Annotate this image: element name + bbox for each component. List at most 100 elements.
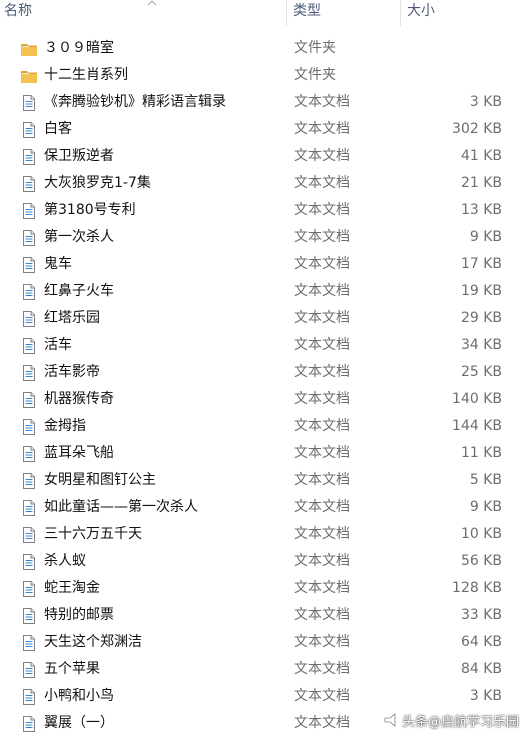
file-type: 文本文档: [294, 472, 350, 488]
text-document-icon: [23, 689, 35, 705]
column-header-size[interactable]: 大小: [407, 0, 435, 26]
file-name[interactable]: 第3180号专利: [44, 197, 136, 224]
file-size: 41 KB: [460, 148, 502, 164]
file-type: 文本文档: [294, 202, 350, 218]
file-row[interactable]: 蛇王淘金 文本文档 128 KB: [0, 575, 520, 602]
file-name[interactable]: 活车影帝: [44, 359, 100, 386]
file-type: 文本文档: [294, 364, 350, 380]
file-size: 128 KB: [452, 580, 502, 596]
megaphone-icon: [384, 713, 396, 727]
file-size: 64 KB: [460, 634, 502, 650]
file-row[interactable]: 天生这个郑渊洁 文本文档 64 KB: [0, 629, 520, 656]
file-row[interactable]: 保卫叛逆者 文本文档 41 KB: [0, 143, 520, 170]
file-type: 文本文档: [294, 526, 350, 542]
file-size: 144 KB: [452, 418, 502, 434]
text-document-icon: [23, 581, 35, 597]
column-divider[interactable]: [400, 0, 401, 26]
file-name[interactable]: 五个苹果: [44, 656, 100, 683]
file-type: 文本文档: [294, 634, 350, 650]
file-name[interactable]: 小鸭和小鸟: [44, 683, 114, 710]
text-document-icon: [23, 365, 35, 381]
file-size: 9 KB: [469, 229, 502, 245]
file-row[interactable]: 活车 文本文档 34 KB: [0, 332, 520, 359]
column-header-bar: 名称 类型 大小: [0, 0, 520, 26]
text-document-icon: [23, 635, 35, 651]
file-name[interactable]: 《奔腾验钞机》精彩语言辑录: [44, 89, 226, 116]
file-name[interactable]: 机器猴传奇: [44, 386, 114, 413]
folder-icon: [21, 44, 37, 56]
file-name[interactable]: 活车: [44, 332, 72, 359]
file-name[interactable]: 三十六万五千天: [44, 521, 142, 548]
file-type: 文本文档: [294, 391, 350, 407]
file-type: 文本文档: [294, 418, 350, 434]
file-row[interactable]: 《奔腾验钞机》精彩语言辑录 文本文档 3 KB: [0, 89, 520, 116]
file-name[interactable]: 翼展（一）: [44, 710, 114, 737]
file-row[interactable]: 白客 文本文档 302 KB: [0, 116, 520, 143]
file-name[interactable]: 十二生肖系列: [44, 62, 128, 89]
file-type: 文本文档: [294, 688, 350, 704]
text-document-icon: [23, 608, 35, 624]
file-row[interactable]: 第3180号专利 文本文档 13 KB: [0, 197, 520, 224]
file-row[interactable]: 十二生肖系列 文件夹: [0, 62, 520, 89]
file-size: 34 KB: [460, 337, 502, 353]
file-name[interactable]: 保卫叛逆者: [44, 143, 114, 170]
file-name[interactable]: 蓝耳朵飞船: [44, 440, 114, 467]
file-row[interactable]: 鬼车 文本文档 17 KB: [0, 251, 520, 278]
file-row[interactable]: 机器猴传奇 文本文档 140 KB: [0, 386, 520, 413]
file-name[interactable]: 红鼻子火车: [44, 278, 114, 305]
text-document-icon: [23, 122, 35, 138]
file-name[interactable]: ３０９暗室: [44, 35, 114, 62]
file-row[interactable]: 大灰狼罗克1-7集 文本文档 21 KB: [0, 170, 520, 197]
file-name[interactable]: 第一次杀人: [44, 224, 114, 251]
text-document-icon: [23, 500, 35, 516]
file-row[interactable]: 活车影帝 文本文档 25 KB: [0, 359, 520, 386]
file-name[interactable]: 特别的邮票: [44, 602, 114, 629]
file-name[interactable]: 蛇王淘金: [44, 575, 100, 602]
file-row[interactable]: 杀人蚁 文本文档 56 KB: [0, 548, 520, 575]
text-document-icon: [23, 662, 35, 678]
file-size: 56 KB: [460, 553, 502, 569]
file-name[interactable]: 白客: [44, 116, 72, 143]
file-row[interactable]: 如此童话——第一次杀人 文本文档 9 KB: [0, 494, 520, 521]
file-row[interactable]: 小鸭和小鸟 文本文档 3 KB: [0, 683, 520, 710]
text-document-icon: [23, 149, 35, 165]
sort-caret-icon: [147, 0, 157, 6]
file-name[interactable]: 鬼车: [44, 251, 72, 278]
file-name[interactable]: 红塔乐园: [44, 305, 100, 332]
file-size: 25 KB: [460, 364, 502, 380]
file-row[interactable]: 女明星和图钉公主 文本文档 5 KB: [0, 467, 520, 494]
file-row[interactable]: 金拇指 文本文档 144 KB: [0, 413, 520, 440]
file-name[interactable]: 大灰狼罗克1-7集: [44, 170, 151, 197]
file-row[interactable]: 蓝耳朵飞船 文本文档 11 KB: [0, 440, 520, 467]
file-type: 文本文档: [294, 661, 350, 677]
file-type: 文本文档: [294, 310, 350, 326]
file-row[interactable]: 第一次杀人 文本文档 9 KB: [0, 224, 520, 251]
file-name[interactable]: 天生这个郑渊洁: [44, 629, 142, 656]
file-name[interactable]: 如此童话——第一次杀人: [44, 494, 198, 521]
watermark: 头条@启航学习乐园: [383, 709, 519, 731]
watermark-text: 头条@启航学习乐园: [402, 714, 520, 730]
file-row[interactable]: 三十六万五千天 文本文档 10 KB: [0, 521, 520, 548]
file-type: 文本文档: [294, 715, 350, 731]
file-type: 文本文档: [294, 445, 350, 461]
file-size: 5 KB: [469, 472, 502, 488]
file-name[interactable]: 金拇指: [44, 413, 86, 440]
text-document-icon: [23, 446, 35, 462]
folder-icon: [21, 71, 37, 83]
file-row[interactable]: 五个苹果 文本文档 84 KB: [0, 656, 520, 683]
file-type: 文本文档: [294, 94, 350, 110]
file-name[interactable]: 女明星和图钉公主: [44, 467, 156, 494]
text-document-icon: [23, 419, 35, 435]
column-divider[interactable]: [286, 0, 287, 26]
file-row[interactable]: ３０９暗室 文件夹: [0, 35, 520, 62]
file-size: 13 KB: [460, 202, 502, 218]
file-row[interactable]: 红塔乐园 文本文档 29 KB: [0, 305, 520, 332]
file-row[interactable]: 特别的邮票 文本文档 33 KB: [0, 602, 520, 629]
column-header-name[interactable]: 名称: [4, 0, 32, 26]
file-size: 29 KB: [460, 310, 502, 326]
file-name[interactable]: 杀人蚁: [44, 548, 86, 575]
file-size: 3 KB: [469, 94, 502, 110]
file-size: 84 KB: [460, 661, 502, 677]
column-header-type[interactable]: 类型: [293, 0, 321, 26]
file-row[interactable]: 红鼻子火车 文本文档 19 KB: [0, 278, 520, 305]
